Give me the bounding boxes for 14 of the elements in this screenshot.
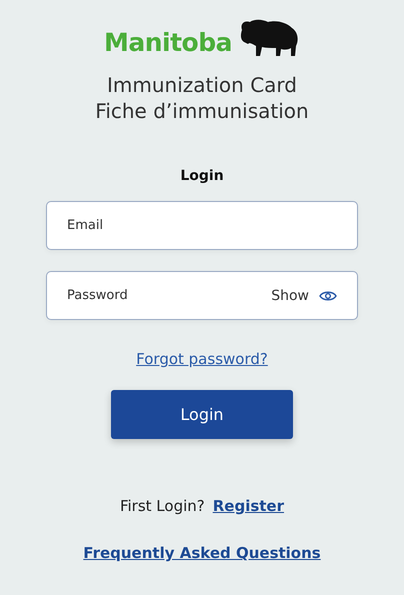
forgot-password-link[interactable]: Forgot password?	[136, 350, 268, 368]
email-field[interactable]: Email	[46, 201, 358, 250]
login-button[interactable]: Login	[111, 390, 293, 439]
register-link[interactable]: Register	[212, 497, 284, 515]
form-heading: Login	[180, 168, 224, 184]
bison-icon	[238, 18, 300, 58]
show-password-button[interactable]: Show	[271, 288, 309, 304]
password-field[interactable]: Password Show	[46, 271, 358, 320]
app-title: Immunization Card	[106, 72, 298, 98]
logo-wordmark: Manitoba	[104, 28, 232, 58]
faq-link[interactable]: Frequently Asked Questions	[83, 544, 321, 562]
first-login-label: First Login?	[120, 497, 205, 515]
app-title: Fiche d’immunisation	[95, 98, 309, 124]
eye-icon[interactable]	[319, 290, 337, 302]
